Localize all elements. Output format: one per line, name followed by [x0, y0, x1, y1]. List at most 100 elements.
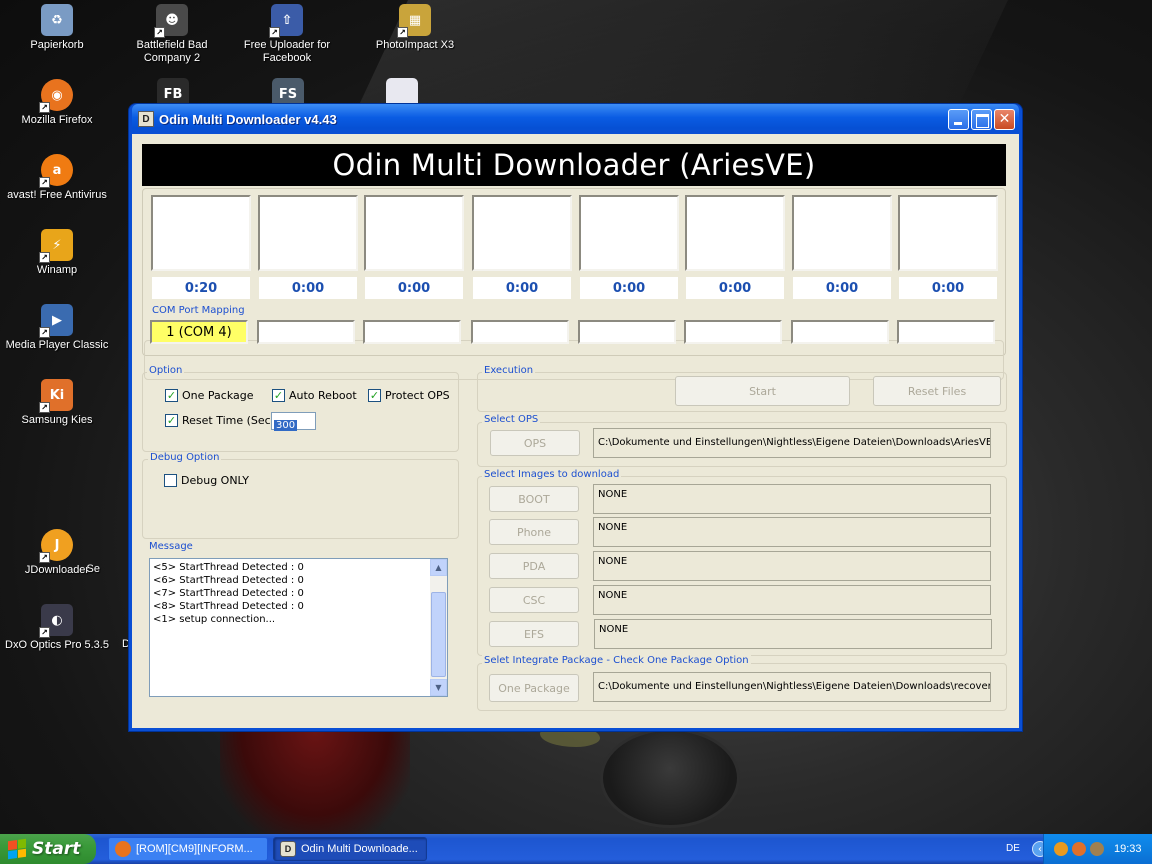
message-line: <6> StartThread Detected : 0 — [153, 575, 304, 586]
desktop-icon-label: avast! Free Antivirus — [7, 189, 107, 201]
port-timer-3: 0:00 — [365, 277, 463, 299]
reset-time-label: Reset Time (Sec) — [182, 414, 276, 427]
desktop-icon-label: Battlefield Bad Company 2 — [136, 39, 208, 64]
debug-option-label: Debug Option — [148, 452, 222, 463]
windows-logo-icon — [8, 838, 26, 860]
kies-tray-icon[interactable] — [1072, 842, 1086, 856]
odin-window: D Odin Multi Downloader v4.43 ✕ Odin Mul… — [129, 104, 1022, 731]
close-button[interactable]: ✕ — [994, 108, 1015, 130]
maximize-button[interactable] — [971, 108, 992, 130]
desktop-icon-label: Se — [86, 563, 100, 575]
auto-reboot-checkbox[interactable]: ✓ Auto Reboot — [272, 389, 357, 402]
avast-tray-icon[interactable] — [1054, 842, 1068, 856]
boot-button[interactable]: BOOT — [489, 486, 579, 512]
odin-icon: D — [280, 841, 296, 857]
reset-files-button[interactable]: Reset Files — [873, 376, 1001, 406]
message-line: <1> setup connection... — [153, 614, 276, 625]
reset-time-value: 300 — [274, 420, 298, 431]
scroll-down-icon[interactable]: ▼ — [430, 679, 447, 696]
one-package-label: One Package — [182, 389, 254, 402]
clock[interactable]: 19:33 — [1114, 843, 1142, 855]
desktop-icon-avast[interactable]: a ↗ avast! Free Antivirus — [2, 154, 112, 202]
one-package-button[interactable]: One Package — [489, 674, 579, 702]
port-timer-2: 0:00 — [259, 277, 357, 299]
boot-path-field[interactable]: NONE — [593, 484, 991, 514]
select-ops-label: Select OPS — [482, 414, 541, 425]
window-client: Odin Multi Downloader (AriesVE) 0:20 0:0… — [132, 134, 1019, 728]
com-port-2 — [257, 320, 355, 344]
port-slot-7 — [792, 195, 892, 271]
message-scrollbar[interactable]: ▲ ▼ — [430, 559, 447, 696]
csc-button[interactable]: CSC — [489, 587, 579, 613]
desktop-icon-free-uploader[interactable]: ⇧ ↗ Free Uploader for Facebook — [232, 4, 342, 65]
wallpaper-ball — [600, 728, 740, 828]
desktop-icon-winamp[interactable]: ⚡ ↗ Winamp — [2, 229, 112, 277]
firefox-icon — [115, 841, 131, 857]
select-images-label: Select Images to download — [482, 469, 622, 480]
language-indicator[interactable]: DE — [1006, 843, 1020, 854]
reset-time-checkbox[interactable]: ✓ Reset Time (Sec) — [165, 414, 275, 427]
recycle-bin-icon: ♻ — [41, 4, 73, 36]
port-slot-8 — [898, 195, 998, 271]
phone-button[interactable]: Phone — [489, 519, 579, 545]
desktop-icon-label: PhotoImpact X3 — [375, 39, 455, 51]
app-banner: Odin Multi Downloader (AriesVE) — [142, 144, 1006, 186]
ops-path-field[interactable]: C:\Dokumente und Einstellungen\Nightless… — [593, 428, 991, 458]
integrate-package-label: Selet Integrate Package - Check One Pack… — [482, 655, 751, 666]
desktop-icon-media-player[interactable]: ▶ ↗ Media Player Classic — [2, 304, 112, 352]
one-package-checkbox[interactable]: ✓ One Package — [165, 389, 254, 402]
window-titlebar[interactable]: D Odin Multi Downloader v4.43 ✕ — [132, 104, 1019, 134]
option-group-label: Option — [147, 365, 185, 376]
com-port-1: 1 (COM 4) — [150, 320, 248, 344]
desktop-icon-label: Samsung Kies — [21, 414, 93, 426]
phone-path-field[interactable]: NONE — [593, 517, 991, 547]
desktop-icon-partial[interactable]: Se — [60, 563, 100, 576]
photoimpact-icon: ▦ ↗ — [397, 4, 431, 38]
desktop-icon-label: Mozilla Firefox — [21, 114, 93, 126]
com-port-mapping-label: COM Port Mapping — [152, 305, 245, 316]
battlefield-icon: ☻ ↗ — [154, 4, 188, 38]
com-port-6 — [684, 320, 782, 344]
jdownloader-tray-icon[interactable] — [1090, 842, 1104, 856]
desktop-icon-firefox[interactable]: ◉ ↗ Mozilla Firefox — [2, 79, 112, 127]
port-slot-4 — [472, 195, 572, 271]
protect-ops-checkbox[interactable]: ✓ Protect OPS — [368, 389, 450, 402]
desktop-icon-photoimpact[interactable]: ▦ ↗ PhotoImpact X3 — [360, 4, 470, 52]
message-line: <8> StartThread Detected : 0 — [153, 601, 304, 612]
debug-option-group — [142, 459, 459, 539]
start-button[interactable]: Start — [675, 376, 850, 406]
message-line: <5> StartThread Detected : 0 — [153, 562, 304, 573]
port-slot-5 — [579, 195, 679, 271]
package-path-field[interactable]: C:\Dokumente und Einstellungen\Nightless… — [593, 672, 991, 702]
desktop-icon-label: Media Player Classic — [5, 339, 109, 351]
port-timer-6: 0:00 — [686, 277, 784, 299]
minimize-button[interactable] — [948, 108, 969, 130]
port-timer-7: 0:00 — [793, 277, 891, 299]
port-timer-5: 0:00 — [580, 277, 678, 299]
firefox-icon: ◉ ↗ — [39, 79, 73, 113]
desktop-icon-samsung-kies[interactable]: Ki ↗ Samsung Kies — [2, 379, 112, 427]
taskbar-item-odin[interactable]: D Odin Multi Downloade... — [273, 837, 427, 861]
taskbar-item-browser[interactable]: [ROM][CM9][INFORM... — [108, 837, 268, 861]
reset-time-input[interactable]: 300 — [271, 412, 316, 431]
start-button[interactable]: Start — [0, 834, 96, 864]
pda-path-field[interactable]: NONE — [593, 551, 991, 581]
ops-button[interactable]: OPS — [490, 430, 580, 456]
start-label: Start — [32, 839, 81, 859]
pda-button[interactable]: PDA — [489, 553, 579, 579]
debug-only-label: Debug ONLY — [181, 474, 249, 487]
desktop-icon-partial[interactable]: D — [90, 638, 130, 651]
desktop-icon-battlefield[interactable]: ☻ ↗ Battlefield Bad Company 2 — [117, 4, 227, 65]
desktop-icon-recycle-bin[interactable]: ♻ Papierkorb — [2, 4, 112, 52]
efs-path-field[interactable]: NONE — [594, 619, 992, 649]
efs-button[interactable]: EFS — [489, 621, 579, 647]
message-log[interactable]: <5> StartThread Detected : 0 <6> StartTh… — [149, 558, 448, 697]
jdownloader-icon: J ↗ — [39, 529, 73, 563]
scroll-thumb[interactable] — [431, 592, 446, 677]
port-timer-1: 0:20 — [152, 277, 250, 299]
debug-only-checkbox[interactable]: Debug ONLY — [164, 474, 249, 487]
message-label: Message — [147, 541, 195, 552]
scroll-up-icon[interactable]: ▲ — [430, 559, 447, 576]
checkbox-checked-icon: ✓ — [165, 389, 178, 402]
csc-path-field[interactable]: NONE — [593, 585, 991, 615]
